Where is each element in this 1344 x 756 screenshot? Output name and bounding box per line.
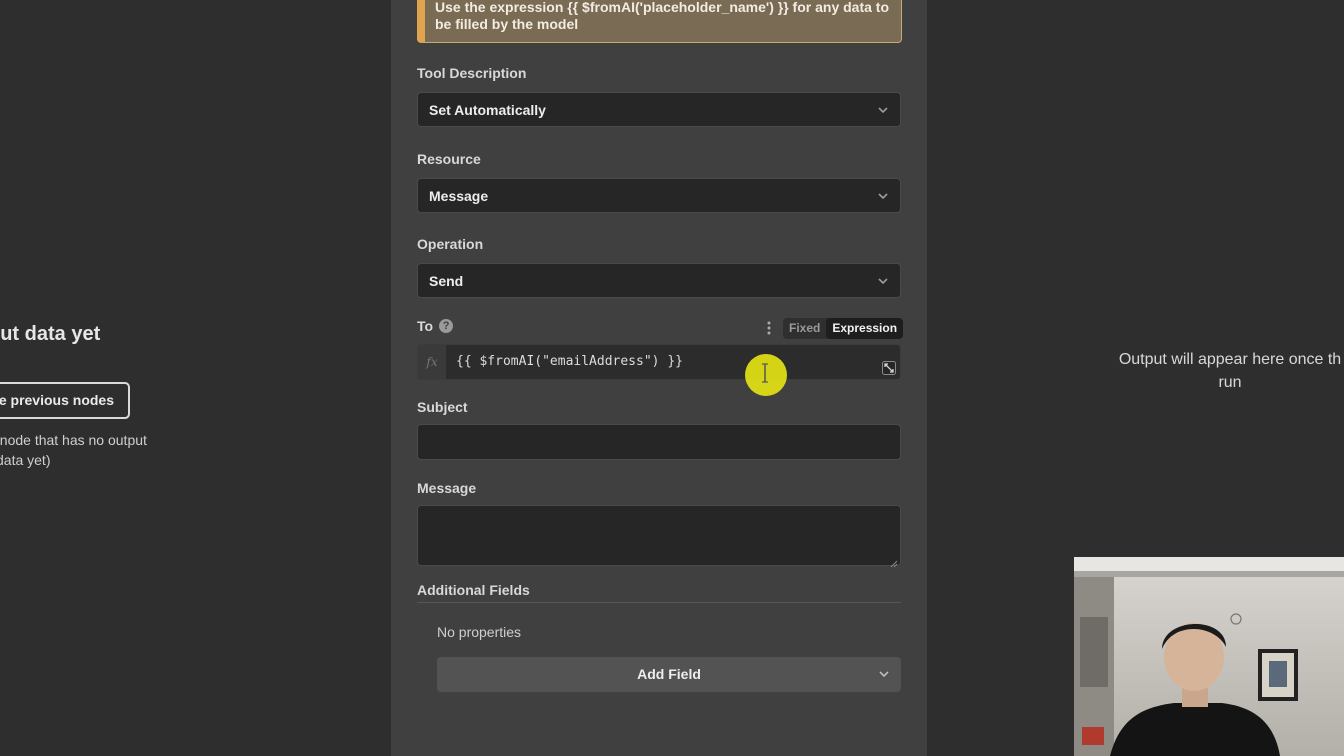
operation-label: Operation [417, 236, 484, 252]
subject-label: Subject [417, 399, 468, 415]
output-placeholder-line1: Output will appear here once th [1118, 351, 1342, 368]
output-placeholder-line2: run [1218, 374, 1242, 391]
no-properties-text: No properties [437, 624, 522, 640]
no-input-data-title: put data yet [0, 323, 101, 345]
resource-value: Message [429, 187, 489, 204]
additional-fields-title: Additional Fields [417, 582, 530, 598]
more-vertical-icon[interactable] [766, 320, 772, 336]
execute-note-line1: t node that has no output [0, 432, 147, 448]
message-textarea[interactable] [417, 505, 901, 568]
fixed-expression-toggle: Fixed Expression [783, 318, 904, 339]
to-label: To [417, 318, 434, 334]
mode-fixed-option[interactable]: Fixed [783, 318, 826, 339]
parameters-panel: Use the expression {{ $fromAI('placehold… [391, 0, 927, 756]
webcam-overlay [1074, 557, 1344, 756]
subject-input[interactable] [417, 424, 901, 460]
resource-select[interactable]: Message [417, 178, 901, 213]
presenter-video [1074, 557, 1344, 756]
tool-description-value: Set Automatically [429, 101, 546, 118]
resource-label: Resource [417, 151, 481, 167]
input-panel: put data yet e previous nodes t node tha… [0, 0, 391, 756]
execute-previous-nodes-button[interactable]: e previous nodes [0, 382, 130, 419]
to-expression-text: {{ $fromAI("emailAddress") }} [456, 354, 683, 369]
fx-icon: fx [418, 345, 446, 379]
add-field-button[interactable]: Add Field [437, 657, 901, 692]
chevron-down-icon [878, 191, 888, 201]
help-icon[interactable]: ? [439, 319, 454, 333]
resize-grip-icon[interactable] [890, 555, 898, 568]
execute-note-line2: data yet) [0, 452, 51, 468]
divider [417, 602, 901, 603]
execute-note: t node that has no output data yet) [0, 430, 192, 470]
fromai-notice: Use the expression {{ $fromAI('placehold… [417, 0, 902, 43]
add-field-label: Add Field [637, 666, 701, 682]
to-label-row: To ? [417, 318, 454, 334]
expand-icon[interactable] [882, 361, 896, 375]
operation-select[interactable]: Send [417, 263, 901, 298]
mode-expression-option[interactable]: Expression [826, 318, 904, 339]
message-label: Message [417, 480, 477, 496]
chevron-down-icon [878, 105, 888, 115]
chevron-down-icon [879, 669, 889, 679]
tool-description-select[interactable]: Set Automatically [417, 92, 901, 127]
operation-value: Send [429, 272, 464, 289]
to-expression-input[interactable]: fx {{ $fromAI("emailAddress") }} [417, 344, 901, 380]
text-cursor-icon [762, 363, 768, 383]
output-placeholder: Output will appear here once th run [1095, 348, 1344, 394]
chevron-down-icon [878, 276, 888, 286]
tool-description-label: Tool Description [417, 65, 527, 81]
